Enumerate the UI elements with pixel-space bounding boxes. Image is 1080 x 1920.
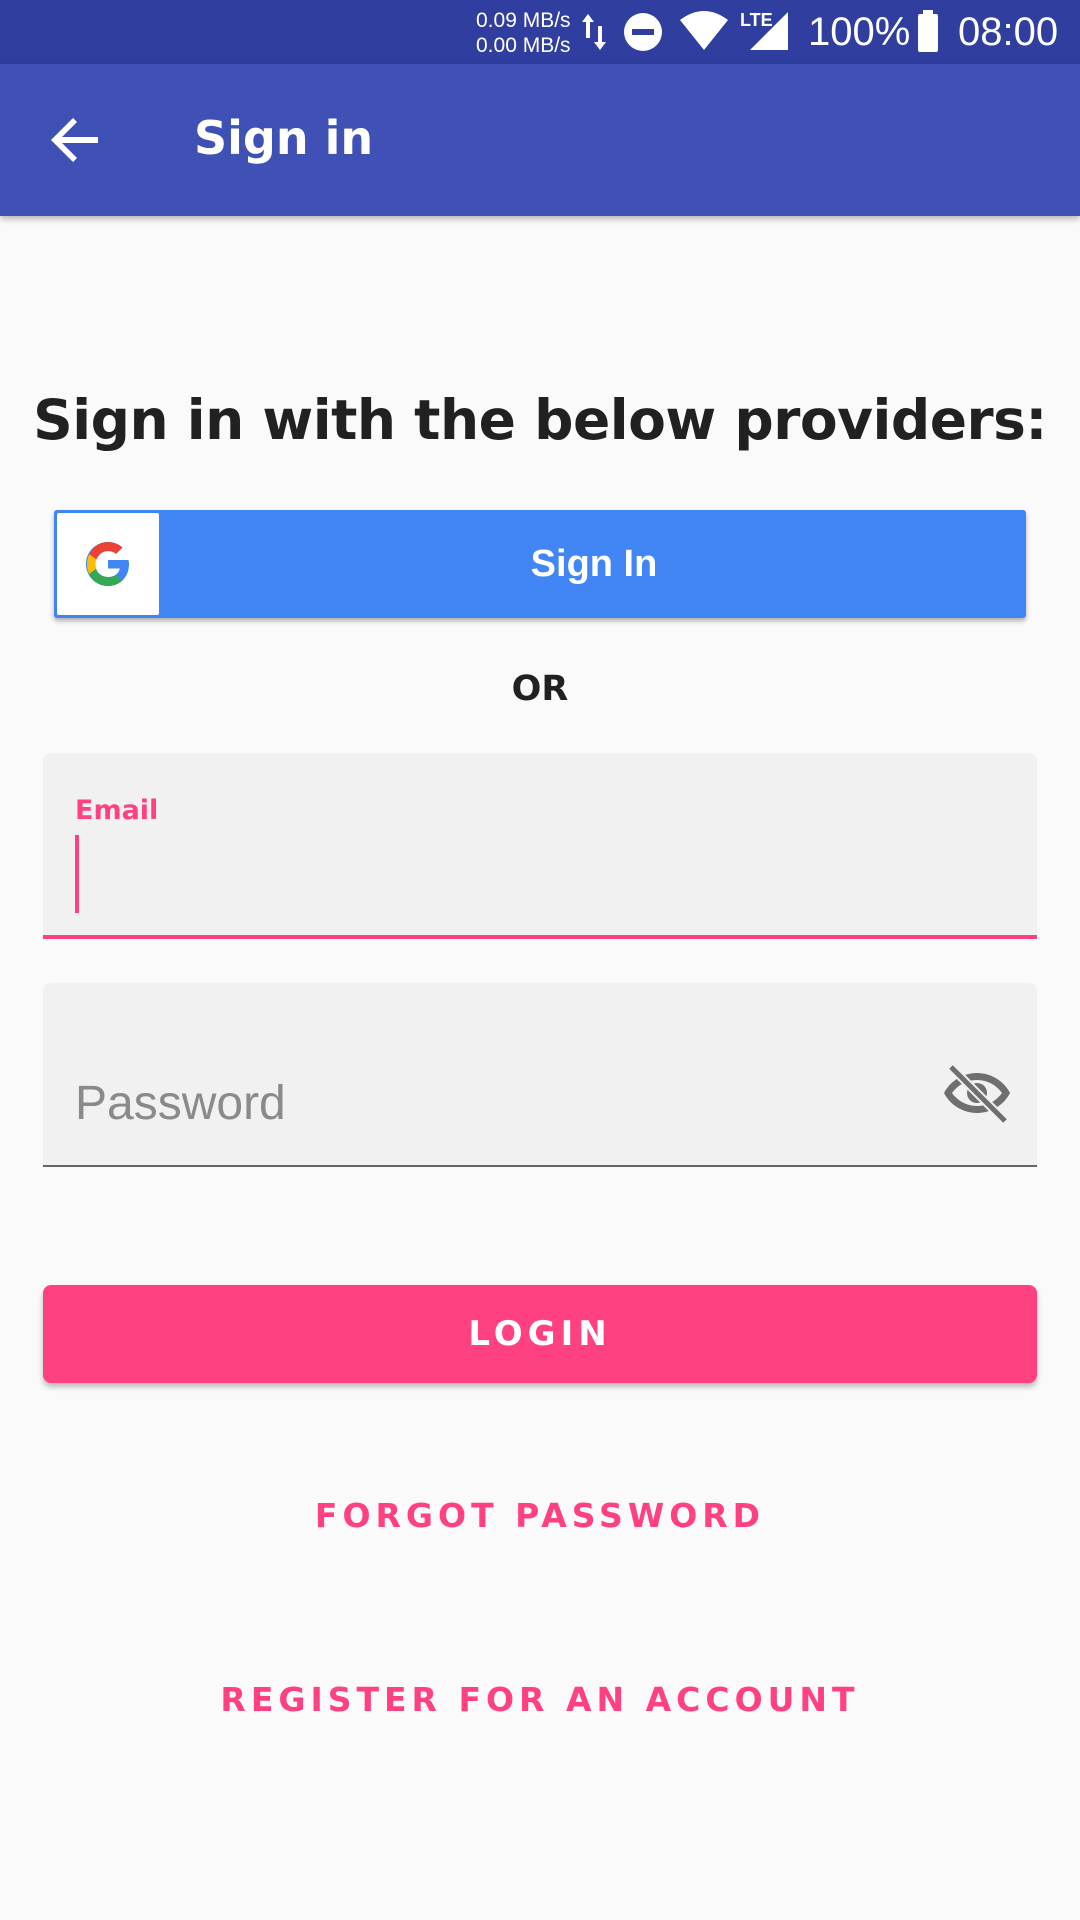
network-speed-down: 0.00 MB/s	[476, 34, 571, 57]
data-transfer-icon	[582, 14, 606, 50]
google-sign-in-label: Sign In	[530, 543, 658, 585]
google-logo-container	[57, 513, 159, 615]
google-sign-in-button[interactable]: Sign In	[54, 510, 1026, 618]
cellular-signal-icon	[750, 12, 788, 50]
login-button[interactable]: LOGIN	[43, 1285, 1037, 1383]
back-button[interactable]	[36, 100, 116, 180]
password-visibility-toggle[interactable]	[937, 1051, 1017, 1131]
status-bar: 0.09 MB/s 0.00 MB/s LTE 100% 08:00	[0, 0, 1080, 64]
app-bar: Sign in	[0, 64, 1080, 216]
forgot-password-link[interactable]: FORGOT PASSWORD	[0, 1486, 1080, 1546]
email-input[interactable]	[75, 835, 995, 915]
visibility-off-icon	[944, 1063, 1010, 1125]
text-cursor	[75, 835, 79, 913]
network-speed-up: 0.09 MB/s	[476, 9, 571, 32]
or-divider: OR	[511, 669, 569, 709]
providers-heading: Sign in with the below providers:	[33, 388, 1047, 452]
battery-percent: 100%	[808, 10, 911, 54]
password-field[interactable]	[43, 983, 1037, 1167]
clock: 08:00	[958, 10, 1059, 54]
wifi-icon	[680, 11, 728, 50]
register-link[interactable]: REGISTER FOR AN ACCOUNT	[0, 1670, 1080, 1730]
email-field[interactable]: Email	[43, 753, 1037, 939]
battery-icon	[918, 10, 938, 52]
google-logo-icon	[86, 542, 129, 586]
do-not-disturb-icon	[624, 13, 662, 51]
arrow-back-icon	[51, 118, 98, 162]
email-label: Email	[75, 795, 159, 826]
page-title: Sign in	[194, 111, 374, 165]
network-speed: 0.09 MB/s 0.00 MB/s	[476, 8, 571, 58]
password-input[interactable]	[75, 1053, 935, 1153]
